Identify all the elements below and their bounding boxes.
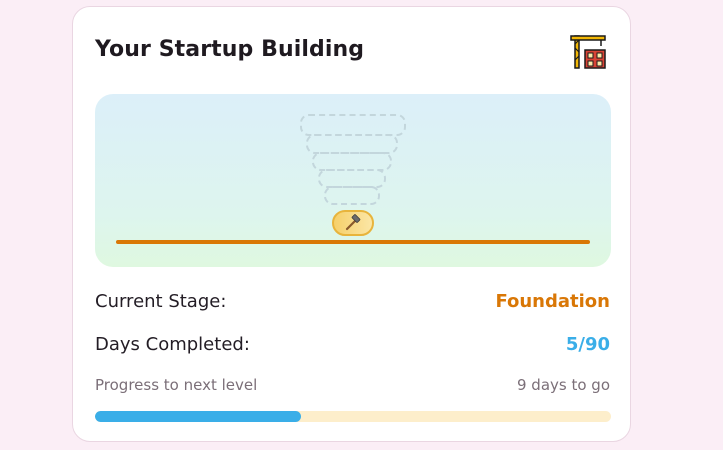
construction-crane-icon (570, 35, 606, 69)
card-title: Your Startup Building (95, 37, 365, 62)
planned-floor-outline (324, 186, 380, 205)
startup-building-card: Your Startup Building Current Stage: Fou… (72, 6, 631, 442)
current-stage-label: Current Stage: (95, 291, 227, 312)
progress-bar-fill (95, 411, 302, 422)
days-completed-value: 5/90 (565, 334, 610, 355)
building-scene (95, 94, 611, 267)
current-stage-value: Foundation (495, 291, 610, 312)
ground-line (116, 240, 590, 244)
foundation-marker (332, 210, 374, 236)
progress-bar (95, 411, 611, 422)
days-completed-label: Days Completed: (95, 334, 250, 355)
planned-floor-outline (306, 134, 398, 154)
planned-floor-outline (300, 114, 406, 136)
days-remaining: 9 days to go (516, 376, 610, 394)
progress-label: Progress to next level (95, 376, 258, 394)
hammer-icon (345, 214, 361, 231)
